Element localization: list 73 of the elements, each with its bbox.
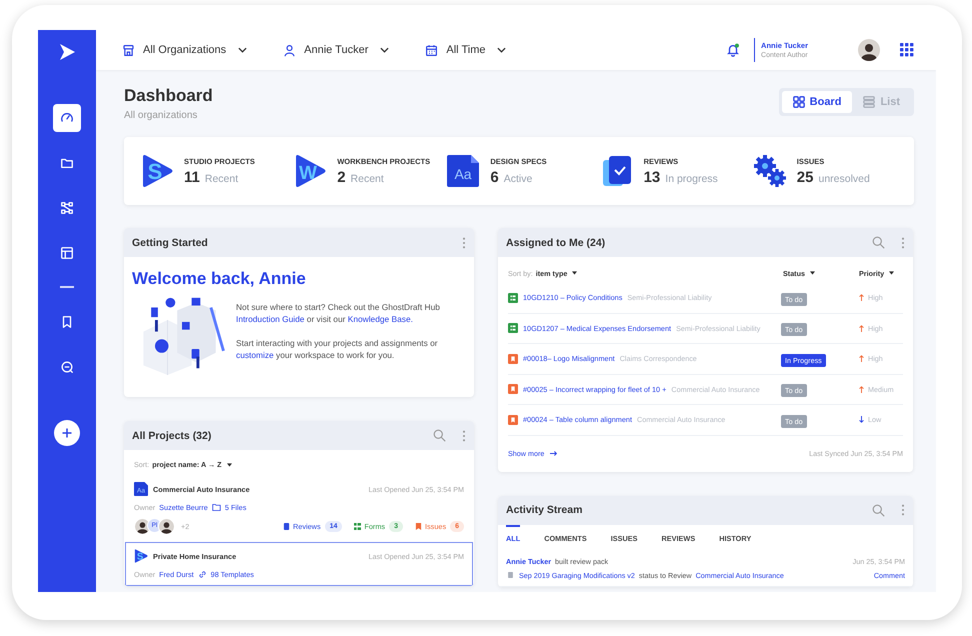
card-title: Assigned to Me (24) [506,236,606,248]
project-logo-icon: W [293,154,328,188]
list-icon [863,96,876,108]
page-subtitle: All organizations [124,110,198,121]
chevron-down-icon [497,47,506,53]
stat-count: 13 [644,168,660,186]
intro-paragraph: Start interacting with your projects and assignments or customize your workspace to work for you. [236,337,439,361]
caret-icon [810,271,815,275]
intro-paragraph: Not sure where to start? Check out the GhostDraft Hub Introduction Guide or visit our Knowledge Base. [236,301,441,325]
form-icon [508,323,518,334]
document-logo-icon: Aa [446,154,480,188]
stat-note: unresolved [818,172,870,184]
caret-icon [889,271,894,275]
stat-count: 11 [184,168,200,186]
help-link[interactable]: Knowledge Base. [348,314,413,324]
folder-icon [212,503,221,512]
page-title: Dashboard [124,86,213,106]
stat-note: In progress [665,172,718,184]
issue-icon [508,354,518,364]
welcome-heading: Welcome back, Annie [132,269,307,289]
sidebar-item[interactable] [53,104,81,132]
person-icon [283,44,296,56]
logo-icon[interactable] [57,42,77,62]
building-icon [122,44,135,56]
arrow-up-icon [859,324,864,332]
calendar-icon [425,44,438,56]
add-button[interactable] [54,420,80,446]
card-title: Activity Stream [506,504,582,516]
project-logo-icon: S [134,549,148,563]
card-title: All Projects (32) [132,430,212,442]
bookmark-icon [415,523,422,530]
search-icon [60,360,74,374]
stat-note: Recent [350,172,384,184]
project-logo-icon: S [140,154,174,188]
arrow-up-icon [859,355,864,362]
stat-count: 6 [490,168,499,186]
chevron-down-icon [380,47,390,53]
layout-icon [60,246,74,260]
view-tab[interactable]: Board [782,91,852,113]
review-icon [283,523,290,530]
caret-icon [226,462,232,466]
gears-icon [752,154,787,188]
stat-note: Active [504,172,532,184]
caret-icon [572,271,578,275]
form-icon [508,292,518,303]
chevron-down-icon [238,47,248,53]
member-avatar [158,518,175,535]
link-icon [198,570,207,579]
arrow-down-icon [859,416,864,424]
arrow-right-icon [550,450,558,457]
apps-grid-icon[interactable] [900,43,914,57]
form-icon [354,523,362,530]
stat-count: 2 [337,168,346,186]
avatar[interactable] [858,39,880,61]
arrow-up-icon [859,386,864,393]
stat-count: 25 [796,168,814,186]
issue-icon [508,384,518,394]
issue-icon [508,414,518,425]
grid-icon [792,96,805,108]
plus-icon [61,426,73,438]
filter-dropdown[interactable]: All Time [425,44,506,56]
nodes-icon [60,201,74,215]
filter-dropdown[interactable]: All Organizations [122,44,248,56]
notification-bell-icon[interactable] [726,43,740,57]
help-link[interactable]: customize [236,350,274,360]
document-icon [508,572,513,578]
bookmark-icon [60,314,74,328]
help-link[interactable]: Introduction Guide [236,314,304,324]
arrow-up-icon [859,294,864,302]
folder-icon [60,156,74,170]
filter-dropdown[interactable]: Annie Tucker [283,44,390,56]
stat-note: Recent [204,172,238,184]
card-title: Getting Started [132,236,208,248]
